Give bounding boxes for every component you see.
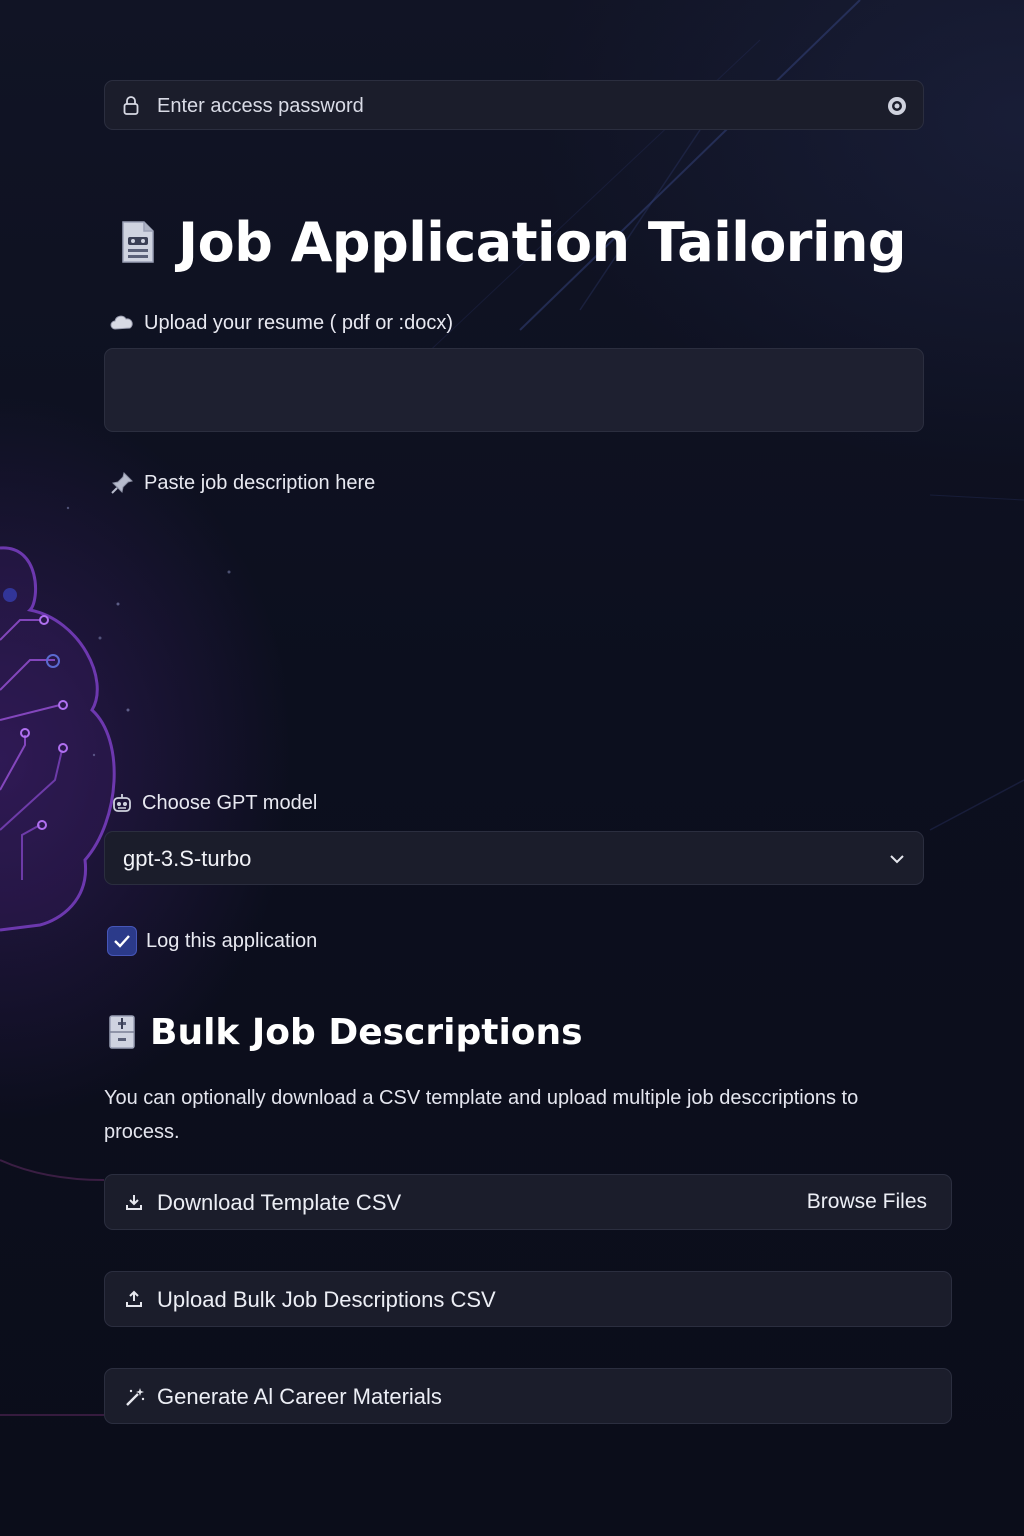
magic-wand-icon bbox=[126, 1388, 145, 1406]
cloud-icon bbox=[110, 315, 133, 330]
pin-icon bbox=[111, 472, 133, 494]
file-cabinet-icon bbox=[109, 1015, 135, 1049]
page-title: Job Application Tailoring bbox=[178, 210, 907, 274]
resume-dropzone[interactable] bbox=[104, 348, 924, 432]
checkmark-icon bbox=[114, 935, 130, 948]
chevron-down-icon[interactable] bbox=[889, 851, 905, 867]
job-description-label-text: Paste job description here bbox=[144, 471, 376, 494]
job-description-label: Paste job description here bbox=[110, 470, 375, 496]
download-template-button[interactable]: Download Template CSV Browse Files bbox=[104, 1174, 952, 1230]
resume-upload-label-text: Upload your resume ( pdf or :docx) bbox=[144, 311, 454, 334]
page-header: Job Application Tailoring bbox=[120, 202, 907, 282]
password-field[interactable] bbox=[104, 80, 924, 131]
document-icon bbox=[122, 221, 154, 263]
model-label: Choose GPT model bbox=[112, 790, 317, 816]
log-application-row[interactable]: Log this application bbox=[107, 925, 317, 957]
log-application-checkbox[interactable] bbox=[107, 926, 137, 956]
upload-bulk-button[interactable]: Upload Bulk Job Descriptions CSV bbox=[104, 1271, 952, 1327]
bulk-section-title: Bulk Job Descriptions bbox=[150, 1011, 583, 1053]
robot-icon bbox=[113, 794, 131, 812]
upload-bulk-label: Upload Bulk Job Descriptions CSV bbox=[157, 1287, 496, 1312]
job-description-textarea[interactable] bbox=[104, 506, 928, 780]
generate-label: Generate Al Career Materials bbox=[157, 1384, 442, 1409]
bulk-section-header: Bulk Job Descriptions bbox=[108, 1005, 583, 1059]
log-application-label: Log this application bbox=[146, 929, 318, 952]
model-select[interactable]: gpt-3.S-turbo bbox=[104, 831, 924, 885]
download-icon bbox=[126, 1195, 142, 1210]
upload-icon bbox=[126, 1290, 142, 1307]
eye-icon[interactable] bbox=[887, 96, 907, 116]
model-selected-value: gpt-3.S-turbo bbox=[123, 846, 252, 871]
download-template-label: Download Template CSV bbox=[157, 1190, 402, 1215]
lock-icon bbox=[123, 96, 139, 115]
password-input[interactable] bbox=[155, 81, 879, 131]
model-label-text: Choose GPT model bbox=[142, 791, 318, 814]
bulk-section-description: You can optionally download a CSV templa… bbox=[104, 1087, 859, 1143]
resume-upload-label: Upload your resume ( pdf or :docx) bbox=[110, 310, 453, 336]
app-page: Job Application Tailoring Upload your re… bbox=[0, 0, 1024, 1536]
browse-files-button[interactable]: Browse Files bbox=[807, 1190, 927, 1214]
generate-button[interactable]: Generate Al Career Materials bbox=[104, 1368, 952, 1424]
main-content: Job Application Tailoring Upload your re… bbox=[0, 0, 1024, 1536]
